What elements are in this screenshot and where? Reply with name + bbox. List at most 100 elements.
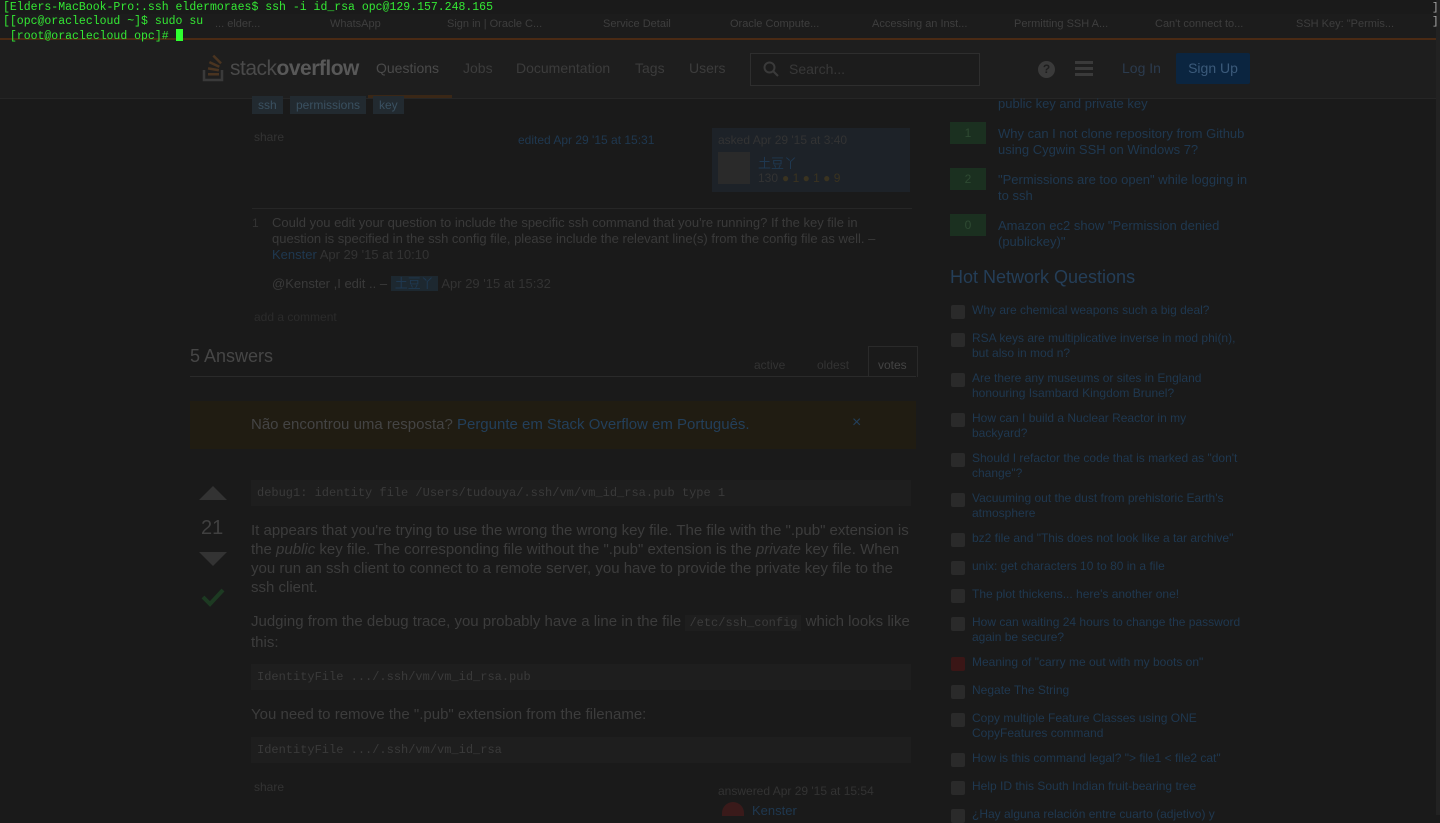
edited-link[interactable]: edited Apr 29 '15 at 15:31	[518, 133, 654, 147]
site-icon	[951, 657, 965, 671]
comment-user[interactable]: 土豆丫	[390, 276, 438, 291]
comment-time: Apr 29 '15 at 10:10	[319, 247, 430, 262]
site-icon	[951, 533, 965, 547]
nav-users[interactable]: Users	[689, 60, 726, 76]
window-edge	[1436, 0, 1440, 815]
share-link[interactable]: share	[254, 130, 284, 144]
related-question-link[interactable]: public key and private key	[998, 96, 1248, 112]
nav-documentation[interactable]: Documentation	[516, 60, 610, 76]
so-logo[interactable]: stackoverflow	[202, 52, 359, 84]
site-icon	[951, 493, 965, 507]
hnq-link[interactable]: unix: get characters 10 to 80 in a file	[972, 559, 1244, 574]
hnq-link[interactable]: Copy multiple Feature Classes using ONE …	[972, 711, 1244, 741]
comment-text: Could you edit your question to include …	[272, 215, 876, 246]
nav-jobs[interactable]: Jobs	[463, 60, 493, 76]
nav-questions[interactable]: Questions	[376, 60, 439, 76]
hnq-link[interactable]: bz2 file and "This does not look like a …	[972, 531, 1244, 546]
banner-question: Não encontrou uma resposta?	[251, 416, 453, 433]
sort-tab-oldest[interactable]: oldest	[817, 358, 849, 372]
hnq-link[interactable]: Vacuuming out the dust from prehistoric …	[972, 491, 1244, 521]
answerer-name[interactable]: Kenster	[752, 803, 797, 818]
site-icon	[951, 589, 965, 603]
help-icon[interactable]: ?	[1038, 61, 1055, 78]
search-input[interactable]: Search...	[789, 61, 845, 77]
comment-text: @Kenster ,I edit .. –	[272, 276, 388, 291]
nav-tags[interactable]: Tags	[635, 60, 665, 76]
hnq-link[interactable]: Negate The String	[972, 683, 1244, 698]
menu-icon[interactable]	[1075, 61, 1093, 77]
browser-tab[interactable]: Permitting SSH A...	[1014, 18, 1108, 30]
browser-tab[interactable]: Sign in | Oracle C...	[447, 18, 542, 30]
site-icon	[951, 809, 965, 823]
browser-tab[interactable]: Can't connect to...	[1155, 18, 1243, 30]
site-icon	[951, 713, 965, 727]
hnq-link[interactable]: How can waiting 24 hours to change the p…	[972, 615, 1244, 645]
answer-paragraph: You need to remove the ".pub" extension …	[251, 706, 647, 723]
search-box[interactable]: Search...	[750, 53, 980, 86]
browser-tab[interactable]: SSH Key: "Permis...	[1296, 18, 1394, 30]
hnq-link[interactable]: RSA keys are multiplicative inverse in m…	[972, 331, 1244, 361]
site-icon	[951, 561, 965, 575]
hnq-link[interactable]: How is this command legal? "> file1 < fi…	[972, 751, 1244, 766]
avatar[interactable]	[722, 802, 744, 816]
upvote-icon[interactable]	[199, 486, 227, 500]
hnq-link[interactable]: Meaning of "carry me out with my boots o…	[972, 655, 1244, 670]
related-score: 2	[950, 168, 986, 190]
related-score: 0	[950, 214, 986, 236]
related-question-link[interactable]: Amazon ec2 show "Permission denied (publ…	[998, 218, 1248, 250]
asker-reputation: 130	[758, 171, 779, 185]
hnq-link[interactable]: Should I refactor the code that is marke…	[972, 451, 1244, 481]
code-block: IdentityFile .../.ssh/vm/vm_id_rsa.pub	[251, 664, 911, 690]
site-icon	[951, 753, 965, 767]
browser-tab[interactable]: Oracle Compute...	[730, 18, 819, 30]
answer-paragraph: It appears that you're trying to use the…	[251, 522, 909, 596]
stackoverflow-logo-icon	[202, 54, 224, 82]
sort-tab-active[interactable]: active	[754, 358, 785, 372]
asker-badges: ● 1 ● 1 ● 9	[782, 171, 841, 185]
browser-tab-bar: ... elder... WhatsApp Sign in | Oracle C…	[0, 14, 1440, 40]
site-icon	[951, 413, 965, 427]
answers-heading: 5 Answers	[190, 346, 274, 366]
terminal-bracket: ]	[1432, 16, 1439, 28]
browser-tab[interactable]: Service Detail	[603, 18, 671, 30]
comment-user[interactable]: Kenster	[272, 247, 317, 262]
tag-ssh[interactable]: ssh	[252, 96, 283, 114]
avatar[interactable]	[718, 152, 750, 184]
site-icon	[951, 373, 965, 387]
code-block: debug1: identity file /Users/tudouya/.ss…	[251, 480, 911, 506]
hot-network-heading: Hot Network Questions	[950, 267, 1136, 287]
signup-button[interactable]: Sign Up	[1176, 53, 1250, 84]
comment-time: Apr 29 '15 at 15:32	[441, 276, 551, 291]
terminal-bracket: ]	[1432, 2, 1439, 14]
banner-link[interactable]: Pergunte em Stack Overflow em Português.	[457, 416, 750, 433]
hnq-link[interactable]: Are there any museums or sites in Englan…	[972, 371, 1244, 401]
related-question-link[interactable]: "Permissions are too open" while logging…	[998, 172, 1248, 204]
login-link[interactable]: Log In	[1122, 60, 1161, 76]
comment: @Kenster ,I edit .. – 土豆丫 Apr 29 '15 at …	[272, 276, 882, 292]
tag-key[interactable]: key	[373, 96, 404, 114]
add-comment-link[interactable]: add a comment	[254, 310, 337, 324]
browser-tab[interactable]: WhatsApp	[330, 18, 381, 30]
asker-name[interactable]: 土豆丫	[758, 153, 797, 172]
hnq-link[interactable]: Why are chemical weapons such a big deal…	[972, 303, 1244, 318]
sort-tab-votes[interactable]: votes	[878, 358, 907, 372]
site-icon	[951, 685, 965, 699]
site-icon	[951, 781, 965, 795]
accepted-check-icon	[201, 588, 225, 607]
hnq-link[interactable]: The plot thickens... here's another one!	[972, 587, 1244, 602]
hnq-link[interactable]: How can I build a Nuclear Reactor in my …	[972, 411, 1244, 441]
terminal-prompt-text: [root@oraclecloud opc]#	[3, 30, 176, 43]
site-icon	[951, 617, 965, 631]
close-icon[interactable]: ×	[852, 414, 861, 432]
related-score: 1	[950, 122, 986, 144]
answer-share-link[interactable]: share	[254, 780, 284, 794]
browser-tab[interactable]: ... elder...	[215, 18, 260, 30]
browser-tab[interactable]: Accessing an Inst...	[872, 18, 967, 30]
site-icon	[951, 333, 965, 347]
downvote-icon[interactable]	[199, 552, 227, 566]
related-question-link[interactable]: Why can I not clone repository from Gith…	[998, 126, 1248, 158]
site-icon	[951, 453, 965, 467]
hnq-link[interactable]: Help ID this South Indian fruit-bearing …	[972, 779, 1244, 794]
terminal-prompt[interactable]: [root@oraclecloud opc]#	[3, 29, 183, 44]
tag-permissions[interactable]: permissions	[290, 96, 367, 114]
